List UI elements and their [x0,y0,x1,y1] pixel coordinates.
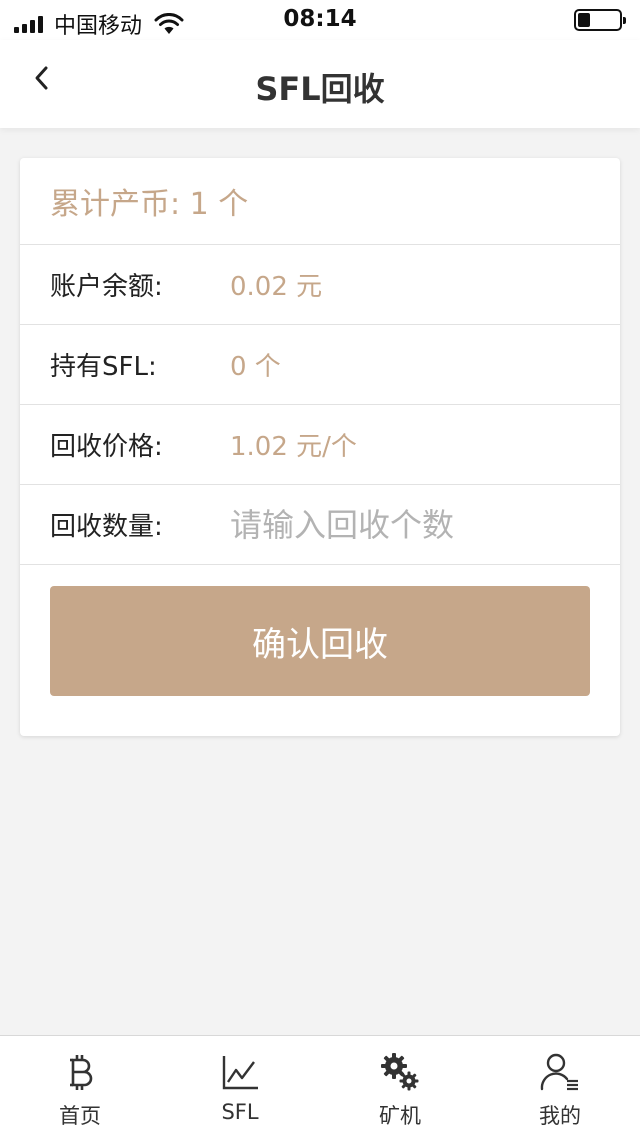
balance-row: 账户余额: 0.02 元 [20,245,620,325]
quantity-label: 回收数量: [50,512,163,542]
total-mined: 累计产币: 1 个 [20,158,620,245]
holdings-value: 0 个 [230,352,281,382]
tab-bar: 首页 SFL 矿机 我的 [0,1035,640,1136]
price-value: 1.02 元/个 [230,432,357,462]
tab-home-label: 首页 [59,1104,101,1128]
tab-miner-label: 矿机 [379,1104,421,1128]
tab-mine-label: 我的 [539,1104,581,1128]
battery-icon [574,9,626,31]
tab-miner[interactable]: 矿机 [320,1036,480,1136]
tab-sfl[interactable]: SFL [160,1036,320,1136]
balance-label: 账户余额: [50,272,163,302]
holdings-label: 持有SFL: [50,352,157,382]
quantity-input[interactable] [230,505,590,544]
bitcoin-icon [58,1050,102,1094]
quantity-row: 回收数量: [20,485,620,565]
price-row: 回收价格: 1.02 元/个 [20,405,620,485]
recycle-card: 累计产币: 1 个 账户余额: 0.02 元 持有SFL: 0 个 回收价格: … [20,158,620,736]
tab-home[interactable]: 首页 [0,1036,160,1136]
status-bar: 中国移动 08:14 [0,0,640,40]
price-label: 回收价格: [50,432,163,462]
holdings-row: 持有SFL: 0 个 [20,325,620,405]
status-time: 08:14 [283,6,357,32]
user-icon [538,1050,582,1094]
tab-mine[interactable]: 我的 [480,1036,640,1136]
gears-icon [378,1050,422,1094]
confirm-recycle-button[interactable]: 确认回收 [50,586,590,696]
line-chart-icon [218,1050,262,1094]
page-title: SFL回收 [255,70,385,108]
balance-value: 0.02 元 [230,272,323,302]
nav-bar: SFL回收 [0,40,640,128]
screen: 中国移动 08:14 SFL回收 累计产币: 1 个 账户余额: 0.02 元 … [0,0,640,1136]
tab-sfl-label: SFL [221,1100,259,1124]
